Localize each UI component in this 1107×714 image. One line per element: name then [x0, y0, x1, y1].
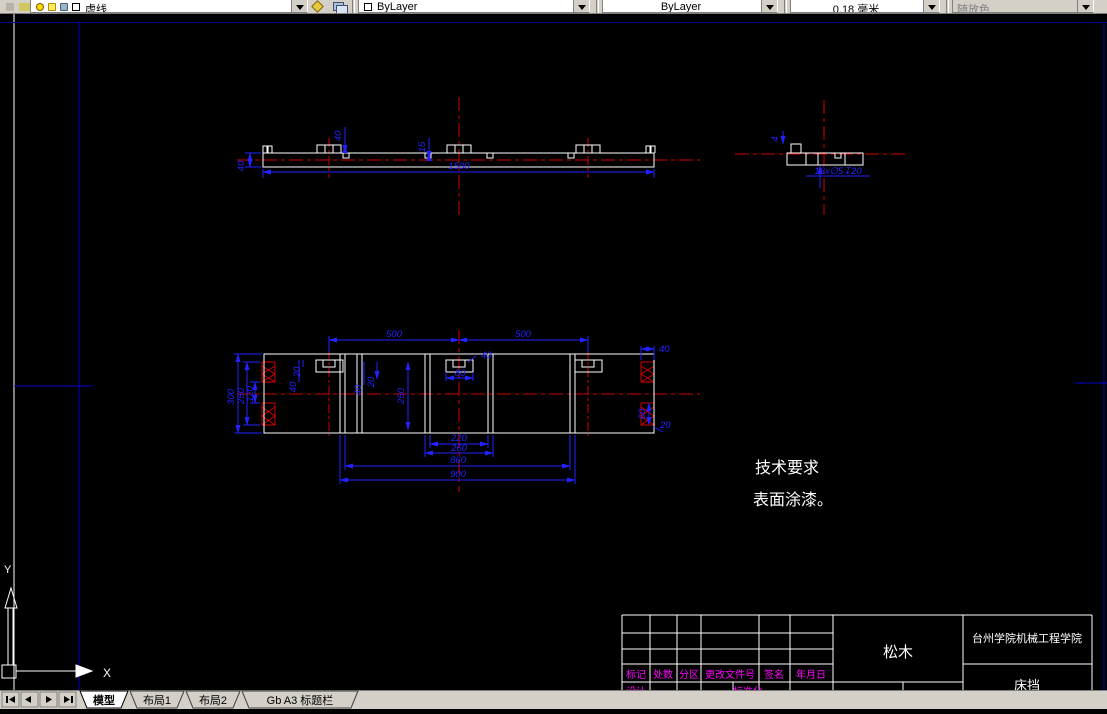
dim-20-right: 20 — [659, 420, 671, 431]
bulb-icon — [36, 3, 44, 11]
ucs-y-arrowhead — [4, 586, 18, 609]
linetype-dropdown[interactable]: ByLayer — [602, 0, 778, 13]
label-zone: 分区 — [679, 669, 699, 681]
label-date: 年月日 — [796, 668, 826, 681]
end-view-dimensions — [780, 131, 870, 188]
lineweight-value: 0.18 毫米 — [832, 4, 880, 13]
dim-900: 900 — [450, 469, 467, 480]
end-view-centerlines — [735, 100, 905, 215]
linetype-value: ByLayer — [660, 1, 702, 13]
dim-40-slot: 40 — [288, 381, 299, 392]
chevron-down-icon[interactable] — [923, 0, 939, 12]
layer-manager-button[interactable] — [311, 0, 332, 13]
tab-nav-last-button[interactable] — [58, 691, 77, 708]
color-value: ByLayer — [377, 1, 418, 13]
ucs-x-label: X — [103, 666, 111, 680]
part-name: 床挡 — [1014, 678, 1040, 690]
front-view: 40 40 15 1500 — [236, 97, 700, 215]
end-view: 4 16x∅5↧20 — [735, 100, 905, 215]
end-view-leader-text: 16x∅5↧20 — [814, 166, 862, 177]
layer-previous-button[interactable] — [332, 0, 352, 13]
tab-nav-first-button[interactable] — [1, 691, 20, 708]
layer-manager-icon — [311, 0, 324, 13]
model-space-canvas[interactable]: 40 40 15 1500 4 16x∅5↧20 500 500 300 250… — [0, 13, 1107, 698]
label-count: 处数 — [653, 668, 673, 681]
layer-color-swatch — [72, 3, 80, 11]
technical-notes: 技术要求 表面涂漆。 — [753, 459, 833, 509]
drawing-frame — [0, 13, 1107, 690]
ucs-y-label: Y — [4, 564, 12, 576]
tab-layout2[interactable]: 布局2 — [185, 690, 241, 709]
sun-icon — [48, 3, 56, 11]
dim-front-tab: 40 — [333, 130, 344, 141]
dim-end-small: 4 — [770, 136, 781, 141]
plan-view: 500 500 300 250 120 20 40 40 20 250 40 8… — [226, 329, 700, 492]
front-view-centerlines — [237, 97, 700, 215]
material-name: 松木 — [883, 644, 913, 661]
layout-tabs: 模型 布局1 布局2 Gb A3 标题栏 — [0, 690, 1107, 709]
toolbar-separator — [596, 0, 599, 13]
label-sign: 签名 — [764, 668, 784, 681]
school-name: 台州学院机械工程学院 — [972, 631, 1082, 645]
ucs-x-arrowhead — [75, 664, 94, 678]
plan-view-dimensions — [234, 336, 664, 484]
toolbar-separator — [946, 0, 949, 13]
tab-layout1-label: 布局1 — [143, 694, 171, 707]
layout-tab-bar: 模型 布局1 布局2 Gb A3 标题栏 — [0, 690, 1107, 709]
lineweight-dropdown[interactable]: 0.18 毫米 — [790, 0, 940, 13]
dim-20-slot: 20 — [292, 366, 303, 378]
tab-nav-prev-button[interactable] — [20, 691, 39, 708]
label-mark: 标记 — [626, 669, 646, 681]
autocad-window: { "toolbar": { "layer_value": "虚线", "col… — [0, 0, 1107, 709]
layer-state-icon — [19, 3, 30, 11]
dim-40-slat: 40 — [353, 384, 364, 395]
tab-model[interactable]: 模型 — [79, 690, 129, 709]
layer-dropdown[interactable]: 虚线 — [30, 0, 308, 13]
note-line: 表面涂漆。 — [753, 491, 833, 509]
layer-name: 虚线 — [85, 4, 107, 13]
tab-model-label: 模型 — [93, 693, 115, 707]
color-dropdown[interactable]: ByLayer — [358, 0, 590, 13]
tab-gb-a3-label: Gb A3 标题栏 — [267, 693, 334, 707]
ucs-y-shaft — [7, 608, 14, 665]
tab-gb-a3[interactable]: Gb A3 标题栏 — [241, 690, 359, 709]
lock-icon — [60, 3, 68, 11]
dim-250-slat: 250 — [396, 387, 407, 405]
color-swatch-icon — [364, 3, 372, 11]
dim-front-height: 40 — [236, 160, 247, 171]
note-title: 技术要求 — [755, 459, 819, 477]
dim-60-right: 60 — [637, 408, 648, 419]
dim-80-mid: 80 — [455, 368, 466, 379]
layer-properties-toolbar: 虚线 ByLayer ByLayer 0.18 毫米 随放色 — [0, 0, 1107, 14]
dim-20-slat: 20 — [366, 376, 377, 388]
plotstyle-value: 随放色 — [957, 4, 990, 13]
dim-500-left: 500 — [386, 329, 403, 340]
cad-drawing: 40 40 15 1500 4 16x∅5↧20 500 500 300 250… — [0, 13, 1107, 698]
dim-front-length: 1500 — [448, 161, 470, 172]
dim-860: 860 — [450, 455, 467, 466]
dim-120: 120 — [245, 385, 256, 402]
label-change-no: 更改文件号 — [705, 668, 755, 681]
ucs-icon: Y X — [1, 564, 111, 680]
chevron-down-icon[interactable] — [761, 0, 777, 12]
dim-40-right: 40 — [659, 344, 670, 355]
dim-260: 260 — [450, 443, 468, 454]
chevron-down-icon[interactable] — [291, 0, 307, 12]
layout-tab-group: 模型 布局1 布局2 Gb A3 标题栏 — [79, 690, 359, 709]
tab-nav-next-button[interactable] — [39, 691, 58, 708]
toolbar-separator — [352, 0, 355, 13]
tab-layout2-label: 布局2 — [199, 694, 227, 707]
plotstyle-dropdown[interactable]: 随放色 — [952, 0, 1094, 13]
dim-front-notch: 15 — [417, 141, 428, 152]
chevron-down-icon[interactable] — [1077, 0, 1093, 12]
title-block: 标记 处数 分区 更改文件号 签名 年月日 设计 标准化 松木 台州学院机械工程… — [621, 614, 1093, 698]
dim-40-mid: 40 — [481, 350, 492, 361]
toolbar-separator — [784, 0, 787, 13]
dim-500-right: 500 — [515, 329, 532, 340]
chevron-down-icon[interactable] — [573, 0, 589, 12]
layers-icon — [333, 2, 348, 13]
tab-layout1[interactable]: 布局1 — [129, 690, 185, 709]
